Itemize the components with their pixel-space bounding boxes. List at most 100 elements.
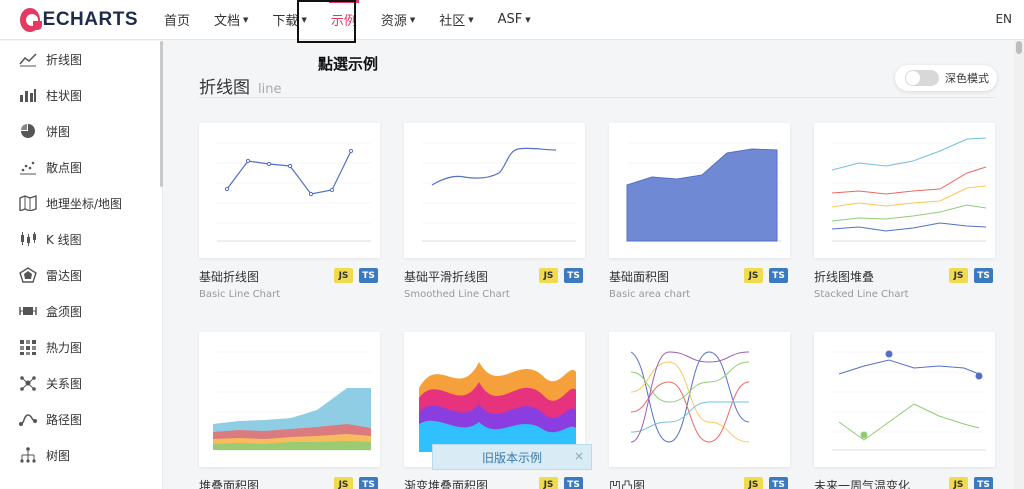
js-badge[interactable]: JS — [334, 268, 353, 283]
sidebar-item-label: 折线图 — [46, 52, 83, 67]
sidebar-item-6[interactable]: 雷达图 — [0, 257, 162, 293]
sidebar-item-label: 饼图 — [46, 124, 71, 139]
nav-item-label: 文档 — [214, 14, 241, 29]
example-thumbnail[interactable] — [609, 332, 790, 467]
section-title: 折线图 line — [199, 78, 282, 98]
example-thumbnail[interactable] — [199, 332, 380, 467]
example-thumbnail[interactable] — [404, 123, 585, 258]
echarts-logo[interactable]: ECHARTS — [20, 7, 138, 32]
sidebar-item-label: 路径图 — [46, 412, 83, 427]
sidebar-item-label: 树图 — [46, 448, 71, 463]
scatter-chart-icon — [18, 159, 38, 175]
example-thumbnail[interactable] — [199, 123, 380, 258]
dark-mode-label: 深色模式 — [945, 72, 989, 85]
pie-chart-icon — [18, 123, 38, 139]
sidebar-item-10[interactable]: 路径图 — [0, 401, 162, 437]
boxplot-icon — [18, 303, 38, 319]
tree-icon — [18, 447, 38, 463]
example-subtitle: Basic Line Chart — [199, 289, 281, 300]
ts-badge[interactable]: TS — [359, 268, 378, 283]
js-badge[interactable]: JS — [744, 477, 763, 489]
dark-mode-toggle[interactable]: 深色模式 — [895, 65, 997, 91]
nav-item-4[interactable]: 资源 ▼ — [369, 0, 427, 40]
legacy-examples-banner[interactable]: 旧版本示例 × — [432, 444, 592, 470]
example-card[interactable]: 未来一周气温变化 JS TS — [814, 332, 995, 489]
sidebar-item-8[interactable]: 热力图 — [0, 329, 162, 365]
example-card[interactable]: 基础平滑折线图 Smoothed Line Chart JS TS — [404, 123, 585, 300]
heatmap-icon — [18, 339, 38, 355]
js-badge[interactable]: JS — [539, 268, 558, 283]
graph-icon — [18, 375, 38, 391]
sidebar-item-label: 热力图 — [46, 340, 83, 355]
example-card[interactable]: 基础面积图 Basic area chart JS TS — [609, 123, 790, 300]
sidebar-item-7[interactable]: 盒须图 — [0, 293, 162, 329]
js-badge[interactable]: JS — [949, 268, 968, 283]
sidebar-item-label: 散点图 — [46, 160, 83, 175]
title-divider — [199, 97, 996, 98]
nav-menu: 首页 文档 ▼ 下载 ▼ 示例 资源 ▼ 社区 ▼ ASF ▼ — [152, 0, 543, 40]
ts-badge[interactable]: TS — [769, 268, 788, 283]
sidebar-item-label: 地理坐标/地图 — [46, 196, 123, 211]
js-badge[interactable]: JS — [949, 477, 968, 489]
map-icon — [18, 195, 38, 211]
example-subtitle: Basic area chart — [609, 289, 691, 300]
nav-item-1[interactable]: 文档 ▼ — [202, 0, 260, 40]
sidebar-item-label: 关系图 — [46, 376, 83, 391]
ts-badge[interactable]: TS — [564, 268, 583, 283]
sidebar-item-label: 盒须图 — [46, 304, 83, 319]
nav-item-5[interactable]: 社区 ▼ — [427, 0, 485, 40]
candlestick-icon — [18, 231, 38, 247]
example-thumbnail[interactable] — [814, 332, 995, 467]
chevron-down-icon: ▼ — [243, 15, 249, 24]
chart-type-sidebar: 折线图柱状图饼图散点图地理坐标/地图 K 线图雷达图盒须图热力图关系图路径图树图 — [0, 41, 163, 489]
example-card[interactable]: 基础折线图 Basic Line Chart JS TS — [199, 123, 380, 300]
example-card[interactable]: 凹凸图 JS TS — [609, 332, 790, 489]
sidebar-item-5[interactable]: K 线图 — [0, 221, 162, 257]
ts-badge[interactable]: TS — [974, 268, 993, 283]
nav-item-0[interactable]: 首页 — [152, 0, 202, 40]
nav-item-3[interactable]: 示例 — [319, 0, 369, 40]
nav-item-6[interactable]: ASF ▼ — [486, 0, 543, 40]
sidebar-item-9[interactable]: 关系图 — [0, 365, 162, 401]
close-icon[interactable]: × — [574, 449, 584, 463]
example-card[interactable]: 折线图堆叠 Stacked Line Chart JS TS — [814, 123, 995, 300]
js-badge[interactable]: JS — [334, 477, 353, 489]
ts-badge[interactable]: TS — [564, 477, 583, 489]
js-badge[interactable]: JS — [744, 268, 763, 283]
example-card[interactable]: 堆叠面积图 JS TS — [199, 332, 380, 489]
language-switch[interactable]: EN — [995, 12, 1012, 26]
nav-item-label: 社区 — [439, 14, 466, 29]
nav-item-label: ASF — [497, 12, 523, 27]
sidebar-item-4[interactable]: 地理坐标/地图 — [0, 185, 162, 221]
ts-badge[interactable]: TS — [974, 477, 993, 489]
js-badge[interactable]: JS — [539, 477, 558, 489]
ts-badge[interactable]: TS — [359, 477, 378, 489]
sidebar-item-0[interactable]: 折线图 — [0, 41, 162, 77]
sidebar-item-11[interactable]: 树图 — [0, 437, 162, 473]
legacy-examples-label: 旧版本示例 — [481, 450, 542, 465]
dark-mode-switch[interactable] — [905, 70, 939, 86]
echarts-logo-icon — [20, 7, 42, 32]
example-thumbnail[interactable] — [609, 123, 790, 258]
sidebar-item-1[interactable]: 柱状图 — [0, 77, 162, 113]
chevron-down-icon: ▼ — [468, 15, 474, 24]
nav-item-label: 首页 — [164, 14, 191, 29]
top-navigation: ECHARTS 首页 文档 ▼ 下载 ▼ 示例 资源 ▼ 社区 ▼ ASF ▼ EN — [0, 0, 1024, 40]
sidebar-item-label: K 线图 — [46, 232, 82, 247]
nav-item-label: 下载 — [272, 14, 299, 29]
lines-icon — [18, 411, 38, 427]
sidebar-item-label: 柱状图 — [46, 88, 83, 103]
sidebar-item-label: 雷达图 — [46, 268, 83, 283]
chevron-down-icon: ▼ — [409, 15, 416, 24]
example-subtitle: Smoothed Line Chart — [404, 289, 510, 300]
radar-icon — [18, 267, 38, 283]
example-thumbnail[interactable] — [814, 123, 995, 258]
ts-badge[interactable]: TS — [769, 477, 788, 489]
chevron-down-icon: ▼ — [525, 15, 531, 24]
nav-item-label: 示例 — [330, 14, 357, 29]
sidebar-item-2[interactable]: 饼图 — [0, 113, 162, 149]
bar-chart-icon — [18, 87, 38, 103]
page-scrollbar[interactable] — [1014, 41, 1024, 489]
sidebar-item-3[interactable]: 散点图 — [0, 149, 162, 185]
nav-item-2[interactable]: 下载 ▼ — [260, 0, 318, 40]
